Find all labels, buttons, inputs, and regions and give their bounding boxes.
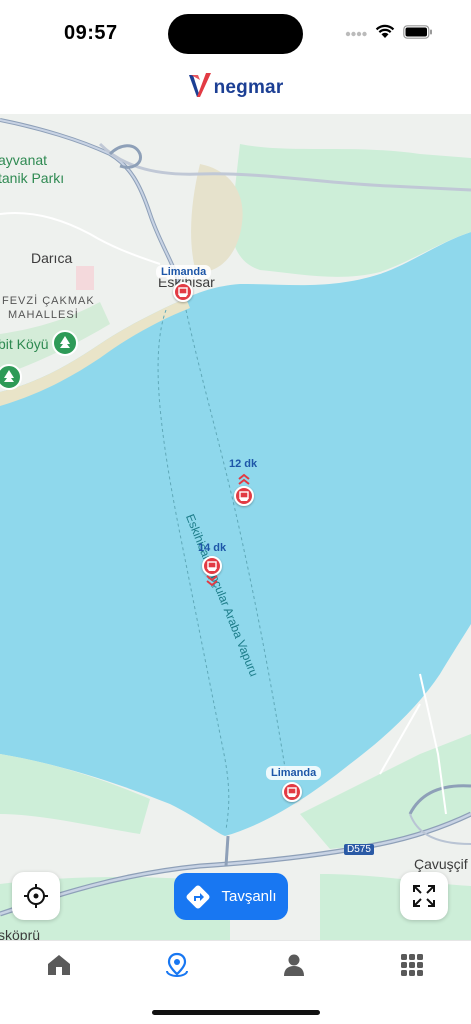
destination-label: Tavşanlı xyxy=(221,888,277,905)
ferry-icon xyxy=(178,287,188,297)
home-indicator xyxy=(152,1010,320,1015)
logo-text: negmar xyxy=(213,77,284,98)
map-base xyxy=(0,114,471,940)
signal-icon xyxy=(345,25,367,43)
vessel-eta: 14 dk xyxy=(198,542,227,554)
destination-button[interactable]: Tavşanlı xyxy=(174,873,288,920)
place-label: bit Köyü xyxy=(0,336,49,352)
status-time: 09:57 xyxy=(64,22,118,44)
place-label: sköprü xyxy=(0,927,41,940)
place-label: Darıca xyxy=(31,250,73,266)
app-logo[interactable]: negmar xyxy=(188,71,284,106)
ferry-marker[interactable] xyxy=(234,486,254,506)
fullscreen-button[interactable] xyxy=(400,872,448,920)
grid-icon xyxy=(401,954,423,976)
ferry-icon xyxy=(287,787,297,797)
app-header: negmar xyxy=(0,62,471,114)
user-icon xyxy=(284,954,304,976)
chevron-up-icon xyxy=(238,473,250,485)
locate-me-button[interactable] xyxy=(12,872,60,920)
ferry-icon xyxy=(239,491,249,501)
map-view[interactable]: ayvanat tanik Parkı Darıca FEVZİ ÇAKMAK … xyxy=(0,114,471,940)
status-bar: 09:57 xyxy=(0,0,471,62)
tab-menu[interactable] xyxy=(382,947,442,983)
ferry-marker[interactable] xyxy=(173,282,193,302)
expand-icon xyxy=(413,885,435,907)
chevron-down-icon xyxy=(206,575,218,587)
status-icons xyxy=(345,24,433,44)
place-label: FEVZİ ÇAKMAK xyxy=(2,295,95,307)
dynamic-island xyxy=(168,14,303,54)
crosshair-icon xyxy=(24,884,48,908)
place-label: ayvanat xyxy=(0,152,48,168)
tree-icon xyxy=(60,336,70,348)
tree-icon xyxy=(4,370,14,382)
pier-status-label: Limanda xyxy=(266,766,322,780)
wifi-icon xyxy=(375,24,395,44)
negmar-logo-icon xyxy=(188,71,212,106)
pier-status-label: Limanda xyxy=(156,265,212,279)
park-pin[interactable] xyxy=(52,330,78,356)
place-label: MAHALLESİ xyxy=(8,309,79,321)
directions-icon xyxy=(186,885,210,908)
home-icon xyxy=(48,955,70,975)
place-label: Çavuşçif xyxy=(414,856,468,872)
ferry-marker[interactable] xyxy=(202,556,222,576)
tab-map[interactable] xyxy=(147,947,207,983)
ferry-marker[interactable] xyxy=(282,782,302,802)
battery-icon xyxy=(403,24,433,44)
tab-home[interactable] xyxy=(29,947,89,983)
map-pin-icon xyxy=(166,952,188,978)
ferry-icon xyxy=(207,561,217,571)
place-label: tanik Parkı xyxy=(0,170,65,186)
road-label: D575 xyxy=(344,844,374,855)
vessel-eta: 12 dk xyxy=(229,458,258,470)
tab-profile[interactable] xyxy=(264,947,324,983)
